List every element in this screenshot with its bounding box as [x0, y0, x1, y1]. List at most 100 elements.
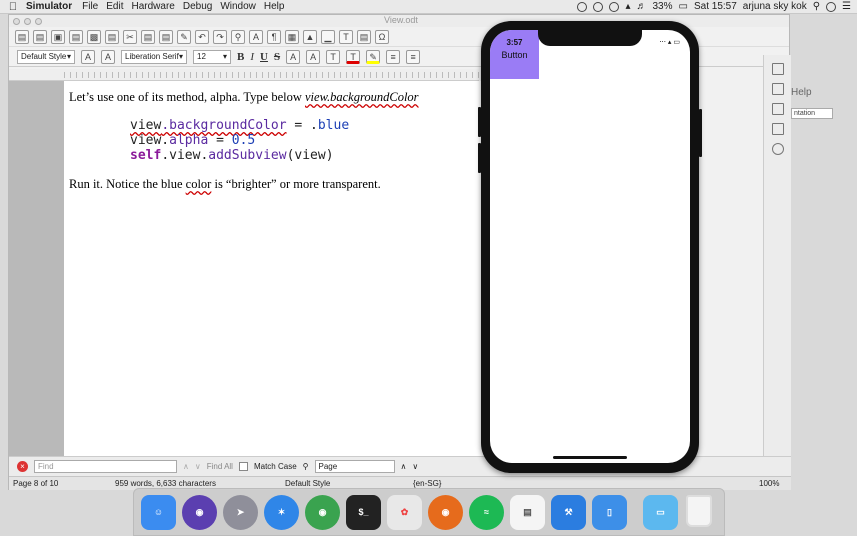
insert-chart-icon[interactable]: ▁ — [321, 29, 335, 44]
photos-icon[interactable]: ✿ — [387, 494, 422, 530]
chevron-up-icon[interactable]: ∧ — [401, 462, 407, 471]
find-replace-icon[interactable]: ⚲ — [303, 462, 309, 471]
underline-button[interactable]: U — [260, 51, 268, 63]
find-input[interactable]: Find — [34, 460, 177, 473]
status-item-icon[interactable] — [577, 1, 588, 12]
open-folder-icon[interactable]: ▤ — [33, 29, 47, 44]
battery-icon[interactable]: ▭ — [679, 1, 688, 12]
wifi-icon[interactable]: ▴ — [625, 1, 630, 12]
help-entry[interactable]: ntation — [791, 108, 833, 119]
volume-up-button[interactable] — [478, 107, 481, 137]
volume-icon[interactable]: ♬ — [637, 1, 647, 12]
insert-special-char-icon[interactable]: Ω — [375, 29, 389, 44]
undo-icon[interactable]: ↶ — [195, 29, 209, 44]
superscript-icon[interactable]: A — [286, 49, 301, 64]
chrome-icon[interactable]: ◉ — [305, 494, 340, 530]
find-all-button[interactable]: Find All — [207, 462, 233, 471]
menu-window[interactable]: Window — [220, 1, 264, 12]
bold-button[interactable]: B — [237, 51, 244, 63]
terminal-icon[interactable]: $_ — [346, 494, 381, 530]
clear-formatting-icon[interactable]: T — [326, 49, 341, 64]
libreoffice-icon[interactable]: ▤ — [510, 494, 545, 530]
insert-image-icon[interactable]: ▲ — [303, 29, 317, 44]
spelling-icon[interactable]: A — [249, 29, 263, 44]
status-item-icon[interactable] — [609, 1, 620, 12]
spotify-icon[interactable]: ≈ — [469, 494, 504, 530]
menu-edit[interactable]: Edit — [106, 1, 131, 12]
close-find-icon[interactable]: × — [17, 461, 28, 472]
clock[interactable]: Sat 15:57 — [694, 1, 737, 12]
folder-icon[interactable]: ▭ — [643, 494, 678, 530]
zoom-level[interactable]: 100% — [759, 479, 779, 488]
siri-status-icon[interactable] — [826, 1, 837, 12]
find-previous-icon[interactable]: ∧ — [183, 462, 189, 471]
font-color-icon[interactable]: T — [346, 49, 361, 64]
page-count[interactable]: Page 8 of 10 — [13, 479, 58, 488]
safari-icon[interactable]: ✶ — [264, 494, 299, 530]
zoom-window-button[interactable] — [35, 17, 42, 25]
user-name[interactable]: arjuna sky kok — [743, 1, 807, 12]
spotlight-icon[interactable]: ⚲ — [813, 1, 820, 12]
redo-icon[interactable]: ↷ — [213, 29, 227, 44]
find-replace-icon[interactable]: ⚲ — [231, 29, 245, 44]
insert-table-icon[interactable]: ▦ — [285, 29, 299, 44]
notification-center-icon[interactable]: ☰ — [842, 1, 851, 12]
battery-percent[interactable]: 33% — [653, 1, 673, 12]
app-menu[interactable]: Simulator — [26, 1, 82, 12]
italic-button[interactable]: I — [250, 51, 254, 63]
trash-icon[interactable] — [686, 495, 712, 527]
chevron-down-icon[interactable]: ∨ — [412, 462, 418, 471]
print-icon[interactable]: ▩ — [87, 29, 101, 44]
menu-help[interactable]: Help — [264, 1, 293, 12]
document-page[interactable]: Let’s use one of its method, alpha. Type… — [64, 81, 484, 456]
highlight-icon[interactable]: ✎ — [366, 49, 381, 64]
new-document-icon[interactable]: ▤ — [15, 29, 29, 44]
language[interactable]: {en-SG} — [413, 479, 441, 488]
font-name-select[interactable]: Liberation Serif ▾ — [121, 49, 187, 64]
minimize-window-button[interactable] — [24, 17, 31, 25]
font-size-select[interactable]: 12 ▾ — [193, 49, 231, 64]
styles-icon[interactable] — [771, 103, 784, 115]
paste-icon[interactable]: ▤ — [159, 29, 173, 44]
xcode-icon[interactable]: ⚒ — [551, 494, 586, 530]
power-button[interactable] — [699, 109, 702, 157]
update-style-icon[interactable]: A — [81, 49, 95, 64]
bullets-icon[interactable]: ≡ — [386, 49, 401, 64]
home-indicator[interactable] — [553, 456, 627, 459]
menu-file[interactable]: File — [82, 1, 106, 12]
cut-icon[interactable]: ✂ — [123, 29, 137, 44]
clone-formatting-icon[interactable]: ✎ — [177, 29, 191, 44]
numbering-icon[interactable]: ≡ — [406, 49, 421, 64]
properties-icon[interactable] — [771, 63, 784, 75]
match-case-checkbox[interactable] — [238, 462, 248, 471]
simulator-icon[interactable]: ▯ — [592, 494, 627, 530]
menu-debug[interactable]: Debug — [183, 1, 220, 12]
launchpad-icon[interactable]: ➤ — [223, 494, 258, 530]
insert-field-icon[interactable]: ▤ — [357, 29, 371, 44]
menu-hardware[interactable]: Hardware — [131, 1, 182, 12]
firefox-icon[interactable]: ◉ — [428, 494, 463, 530]
gallery-icon[interactable] — [771, 123, 784, 135]
finder-icon[interactable]: ☺ — [141, 494, 176, 530]
new-style-icon[interactable]: A — [101, 49, 115, 64]
word-count[interactable]: 959 words, 6,633 characters — [115, 479, 216, 488]
simulator-screen[interactable]: 3:57 Button ⋅⋅⋅ ▴ ▭ — [490, 30, 690, 463]
subscript-icon[interactable]: A — [306, 49, 321, 64]
navigator-icon[interactable] — [771, 143, 784, 155]
formatting-marks-icon[interactable]: ¶ — [267, 29, 281, 44]
find-next-icon[interactable]: ∨ — [195, 462, 201, 471]
apple-menu-icon[interactable]:  — [0, 1, 26, 13]
page-icon[interactable] — [771, 83, 784, 95]
strikethrough-button[interactable]: S — [274, 51, 280, 63]
close-window-button[interactable] — [13, 17, 20, 25]
paragraph-style-select[interactable]: Default Style ▾ — [17, 49, 75, 64]
save-icon[interactable]: ▣ — [51, 29, 65, 44]
siri-icon[interactable]: ◉ — [182, 494, 217, 530]
insert-textbox-icon[interactable]: T — [339, 29, 353, 44]
print-preview-icon[interactable]: ▤ — [105, 29, 119, 44]
volume-down-button[interactable] — [478, 143, 481, 173]
export-pdf-icon[interactable]: ▤ — [69, 29, 83, 44]
purple-view-button[interactable]: 3:57 Button — [490, 30, 539, 79]
status-item-icon[interactable] — [593, 1, 604, 12]
search-scope-select[interactable]: Page — [314, 460, 395, 473]
